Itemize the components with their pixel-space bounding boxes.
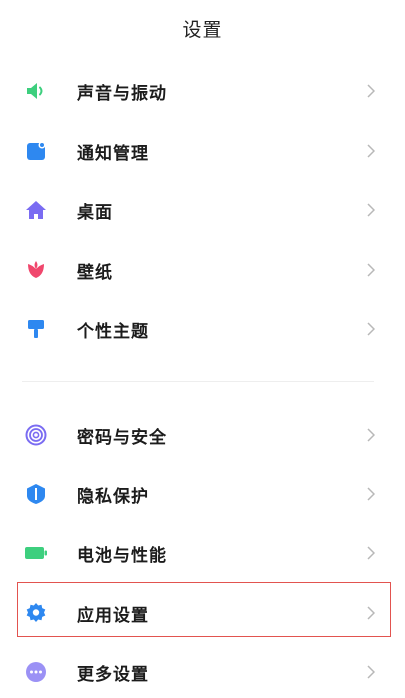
chevron-right-icon [365, 546, 377, 560]
chevron-right-icon [365, 144, 377, 158]
settings-item-sound[interactable]: 声音与振动 [0, 66, 405, 116]
settings-item-label: 声音与振动 [77, 83, 167, 104]
settings-item-label: 壁纸 [77, 262, 113, 283]
speaker-icon [24, 79, 48, 103]
chevron-right-icon [365, 84, 377, 98]
settings-item-privacy[interactable]: 隐私保护 [0, 469, 405, 519]
chevron-right-icon [365, 487, 377, 501]
page-title: 设置 [182, 18, 223, 41]
settings-item-label: 密码与安全 [77, 427, 167, 448]
settings-item-app-settings[interactable]: 应用设置 [0, 588, 405, 638]
chevron-right-icon [365, 428, 377, 442]
settings-item-password-security[interactable]: 密码与安全 [0, 410, 405, 460]
settings-item-wallpaper[interactable]: 壁纸 [0, 245, 405, 295]
settings-item-label: 隐私保护 [77, 486, 149, 507]
chevron-right-icon [365, 203, 377, 217]
settings-item-label: 个性主题 [77, 321, 149, 342]
shield-icon [24, 482, 48, 506]
settings-item-battery[interactable]: 电池与性能 [0, 528, 405, 578]
settings-item-label: 通知管理 [77, 143, 149, 164]
fingerprint-icon [24, 423, 48, 447]
settings-item-label: 更多设置 [77, 664, 149, 685]
settings-item-desktop[interactable]: 桌面 [0, 185, 405, 235]
settings-item-label: 电池与性能 [77, 545, 167, 566]
settings-item-notifications[interactable]: 通知管理 [0, 126, 405, 176]
chevron-right-icon [365, 322, 377, 336]
settings-item-label: 应用设置 [77, 605, 149, 626]
header-bar: 设置 [0, 0, 405, 56]
flower-icon [24, 258, 48, 282]
section-divider [22, 381, 374, 382]
settings-item-theme[interactable]: 个性主题 [0, 304, 405, 354]
gear-icon [24, 601, 48, 625]
chevron-right-icon [365, 606, 377, 620]
more-icon [24, 660, 48, 684]
paintbrush-icon [24, 317, 48, 341]
battery-icon [24, 541, 48, 565]
notification-icon [24, 139, 48, 163]
settings-item-more[interactable]: 更多设置 [0, 647, 405, 697]
chevron-right-icon [365, 263, 377, 277]
home-icon [24, 198, 48, 222]
settings-item-label: 桌面 [77, 202, 113, 223]
chevron-right-icon [365, 665, 377, 679]
